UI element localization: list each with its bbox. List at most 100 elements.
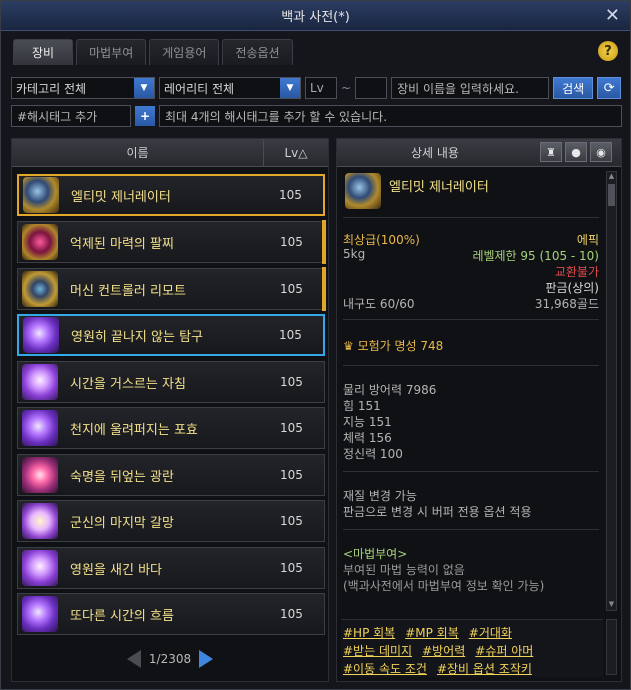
scroll-up-icon[interactable]: ▲	[607, 172, 616, 182]
search-placeholder: 장비 이름을 입력하세요.	[397, 81, 519, 96]
hashtag-link[interactable]: #슈퍼 아머	[475, 642, 533, 660]
list-item[interactable]: 영원히 끝나지 않는 탐구 105	[17, 314, 325, 356]
category-select[interactable]: 카테고리 전체 ▼	[11, 77, 155, 99]
item-name: 또다른 시간의 흐름	[70, 608, 174, 624]
costume-icon[interactable]: ♜	[540, 142, 562, 162]
column-lv-header[interactable]: Lv△	[264, 139, 328, 166]
detail-content: 엘티밋 제너레이터 최상급(100%) 에픽 5kg 레벨제한 95 (105 …	[341, 169, 603, 619]
location-pin-icon[interactable]: ●	[565, 142, 587, 162]
divider	[343, 365, 599, 366]
tag-row: #이동 속도 조건 #장비 옵션 조작키	[343, 660, 601, 678]
encyclopedia-window: 백과 사전(*) ✕ 장비 마법부여 게임용어 전송옵션 ? 카테고리 전체 ▼…	[0, 0, 631, 690]
window-title: 백과 사전(*)	[281, 10, 350, 25]
detail-scrollbar[interactable]: ▲ ▼	[606, 171, 617, 611]
lv-max-input[interactable]	[355, 77, 388, 99]
divider	[343, 471, 599, 472]
item-icon	[22, 224, 58, 260]
hashtag-link[interactable]: #MP 회복	[405, 624, 459, 642]
scroll-thumb[interactable]	[608, 184, 615, 206]
add-hashtag-button[interactable]: +	[135, 106, 155, 126]
item-level: 105	[280, 561, 303, 575]
material-desc: 판금으로 변경 시 버퍼 전용 옵션 적용	[343, 505, 532, 519]
fame-text: 모험가 명성 748	[357, 339, 444, 353]
eye-icon[interactable]: ◉	[590, 142, 612, 162]
item-level: 105	[280, 375, 303, 389]
hashtag-link[interactable]: #장비 옵션 조작키	[437, 660, 532, 678]
divider	[343, 319, 599, 320]
fame: ♛ 모험가 명성 748	[343, 337, 443, 354]
lv-separator: ~	[341, 81, 352, 95]
list-item[interactable]: 억제된 마력의 팔찌 105	[17, 220, 326, 264]
hashtag-input[interactable]: #해시태그 추가	[11, 105, 131, 127]
lv-label: Lv	[310, 81, 324, 95]
item-icon	[22, 410, 58, 446]
hashtag-link[interactable]: #HP 회복	[343, 624, 395, 642]
tab-enchant[interactable]: 마법부여	[76, 39, 147, 65]
hashtag-hint: 최대 4개의 해시태그를 추가 할 수 있습니다.	[165, 109, 388, 124]
rarity-select-value: 레어리티 전체	[164, 81, 235, 96]
hashtag-link[interactable]: #거대화	[469, 624, 512, 642]
tag-scrollbar[interactable]	[606, 619, 617, 675]
refresh-icon[interactable]: ⟳	[597, 77, 622, 99]
close-icon[interactable]: ✕	[605, 5, 620, 26]
item-name: 억제된 마력의 팔찌	[70, 236, 174, 252]
chevron-down-icon[interactable]: ▼	[280, 78, 300, 98]
search-button[interactable]: 검색	[553, 77, 594, 99]
detail-item-name: 엘티밋 제너레이터	[389, 180, 489, 195]
tab-bar: 장비 마법부여 게임용어 전송옵션	[13, 39, 293, 65]
pagination: 1/2308	[12, 649, 328, 669]
item-name: 군신의 마지막 갈망	[70, 515, 174, 531]
tab-transfer-options[interactable]: 전송옵션	[222, 39, 293, 65]
list-item[interactable]: 시간을 거스르는 자침 105	[17, 361, 325, 403]
list-item[interactable]: 군신의 마지막 갈망 105	[17, 500, 325, 542]
column-name-header[interactable]: 이름	[12, 139, 264, 166]
list-item[interactable]: 엘티밋 제너레이터 105	[17, 174, 325, 216]
title-bar[interactable]: 백과 사전(*) ✕	[1, 1, 630, 31]
stat: 체력 156	[343, 431, 392, 445]
tag-row: #HP 회복 #MP 회복 #거대화	[343, 624, 601, 642]
list-item[interactable]: 천지에 울려퍼지는 포효 105	[17, 407, 325, 449]
armor-type: 판금(상의)	[545, 281, 599, 295]
detail-title: 상세 내용	[411, 146, 459, 160]
item-name: 영원을 새긴 바다	[70, 562, 162, 578]
item-level: 105	[279, 188, 302, 202]
help-icon[interactable]: ?	[598, 41, 618, 61]
list-item[interactable]: 영원을 새긴 바다 105	[17, 547, 325, 589]
rarity-select[interactable]: 레어리티 전체 ▼	[159, 77, 301, 99]
category-select-value: 카테고리 전체	[16, 81, 87, 96]
next-page-icon[interactable]	[199, 650, 214, 668]
item-list-panel: 이름 Lv△ 엘티밋 제너레이터 105 억제된 마력의 팔찌 105 머신 컨…	[11, 138, 329, 682]
lv-min-input[interactable]: Lv	[305, 77, 337, 99]
fame-icon: ♛	[343, 339, 358, 353]
prev-page-icon[interactable]	[126, 650, 141, 668]
hashtag-label: #해시태그 추가	[17, 109, 98, 124]
item-icon	[22, 550, 58, 586]
hashtag-link[interactable]: #받는 데미지	[343, 642, 412, 660]
divider	[343, 217, 599, 218]
detail-header: 상세 내용 ♜ ● ◉	[337, 139, 621, 167]
tab-equipment[interactable]: 장비	[13, 39, 74, 65]
item-level: 105	[280, 468, 303, 482]
page-indicator: 1/2308	[148, 652, 192, 666]
enchant-none: 부여된 마법 능력이 없음	[343, 563, 465, 577]
tab-game-terms[interactable]: 게임용어	[149, 39, 220, 65]
list-item[interactable]: 머신 컨트롤러 리모트 105	[17, 267, 326, 311]
item-icon	[23, 317, 59, 353]
tag-row: #받는 데미지 #방어력 #슈퍼 아머	[343, 642, 601, 660]
chevron-down-icon[interactable]: ▼	[134, 78, 154, 98]
item-name: 숙명을 뒤엎는 광란	[70, 469, 174, 485]
set-marker	[322, 220, 326, 264]
stat: 물리 방어력 7986	[343, 383, 437, 397]
list-item[interactable]: 숙명을 뒤엎는 광란 105	[17, 454, 325, 496]
detail-item-icon	[345, 173, 381, 209]
item-icon	[22, 457, 58, 493]
item-level: 105	[280, 421, 303, 435]
item-icon	[22, 271, 58, 307]
scroll-down-icon[interactable]: ▼	[607, 600, 616, 610]
item-name: 천지에 울려퍼지는 포효	[70, 422, 198, 438]
hashtag-link[interactable]: #방어력	[422, 642, 465, 660]
list-item[interactable]: 또다른 시간의 흐름 105	[17, 593, 325, 635]
search-input[interactable]: 장비 이름을 입력하세요.	[391, 77, 550, 99]
level-limit: 레벨제한 95 (105 - 10)	[472, 249, 599, 263]
hashtag-link[interactable]: #이동 속도 조건	[343, 660, 427, 678]
